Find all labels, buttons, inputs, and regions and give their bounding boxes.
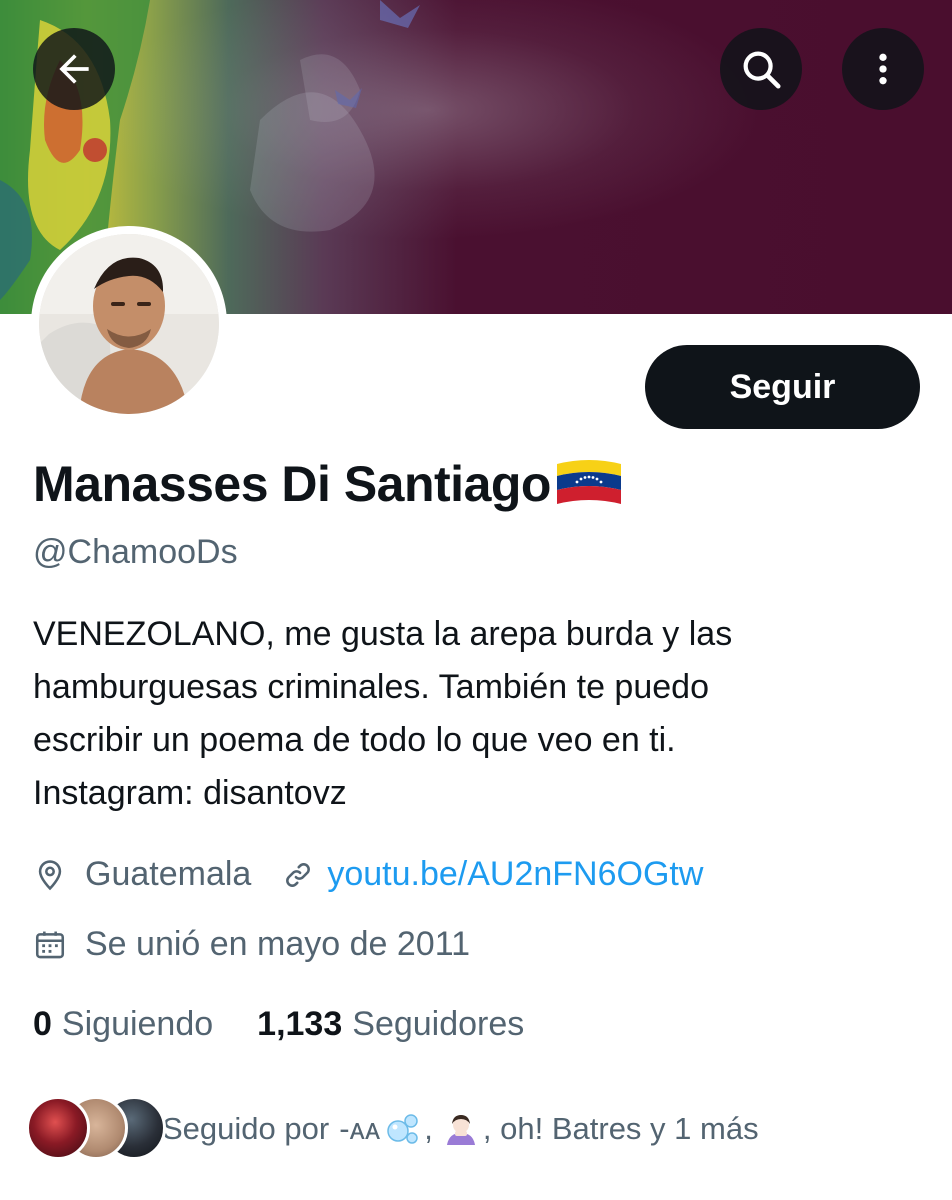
link-icon	[281, 858, 315, 892]
person-bowing-icon	[443, 1111, 479, 1147]
bio-line: escribir un poema de todo lo que veo en …	[33, 721, 676, 759]
followers-stat[interactable]: 1,133 Seguidores	[257, 1005, 524, 1044]
venezuela-flag-icon	[555, 458, 623, 510]
joined-date-text: Se unió en mayo de 2011	[85, 925, 470, 963]
following-label: Siguiendo	[61, 1005, 214, 1043]
bio-line: Instagram: disantovz	[33, 774, 347, 812]
followed-by-name1: -ᴀᴀ	[339, 1111, 381, 1146]
location-text: Guatemala	[85, 855, 252, 893]
followed-by-text: Seguido por -ᴀᴀ , , oh! Batres y 1 más	[162, 1111, 759, 1147]
display-name-text: Manasses Di Santiago	[33, 456, 551, 512]
bio-line: VENEZOLANO, me gusta la arepa burda y la…	[33, 615, 733, 653]
more-options-button[interactable]	[842, 28, 924, 110]
following-stat[interactable]: 0 Siguiendo	[33, 1005, 213, 1044]
calendar-icon	[33, 928, 67, 962]
bio-line: hamburguesas criminales. También te pued…	[33, 668, 709, 706]
followers-label: Seguidores	[352, 1005, 525, 1043]
followed-by-suffix: , oh! Batres y 1 más	[482, 1111, 759, 1146]
follow-button[interactable]: Seguir	[645, 345, 920, 429]
profile-meta-joined: Se unió en mayo de 2011	[33, 925, 470, 964]
display-name: Manasses Di Santiago	[33, 455, 623, 513]
profile-bio: VENEZOLANO, me gusta la arepa burda y la…	[33, 608, 913, 820]
followed-by-separator: ,	[424, 1111, 433, 1146]
arrow-left-icon	[52, 47, 96, 91]
profile-meta-location-link: Guatemala youtu.be/AU2nFN6OGtw	[33, 855, 703, 894]
more-vertical-icon	[863, 49, 903, 89]
bubbles-icon	[384, 1111, 420, 1147]
followed-by-prefix: Seguido por	[162, 1111, 330, 1146]
search-icon	[738, 46, 784, 92]
followed-by-avatars	[26, 1094, 166, 1164]
follow-stats: 0 Siguiendo 1,133 Seguidores	[33, 1005, 524, 1044]
avatar-photo	[39, 234, 219, 414]
search-button[interactable]	[720, 28, 802, 110]
location-pin-icon	[33, 858, 67, 892]
profile-avatar[interactable]	[31, 226, 227, 422]
back-button[interactable]	[33, 28, 115, 110]
user-handle: @ChamooDs	[33, 533, 238, 571]
following-count: 0	[33, 1005, 52, 1043]
follower-avatar	[26, 1096, 90, 1160]
website-link[interactable]: youtu.be/AU2nFN6OGtw	[327, 855, 703, 894]
followers-count: 1,133	[257, 1005, 343, 1043]
followed-by-row[interactable]: Seguido por -ᴀᴀ , , oh! Batres y 1 más	[26, 1094, 759, 1164]
